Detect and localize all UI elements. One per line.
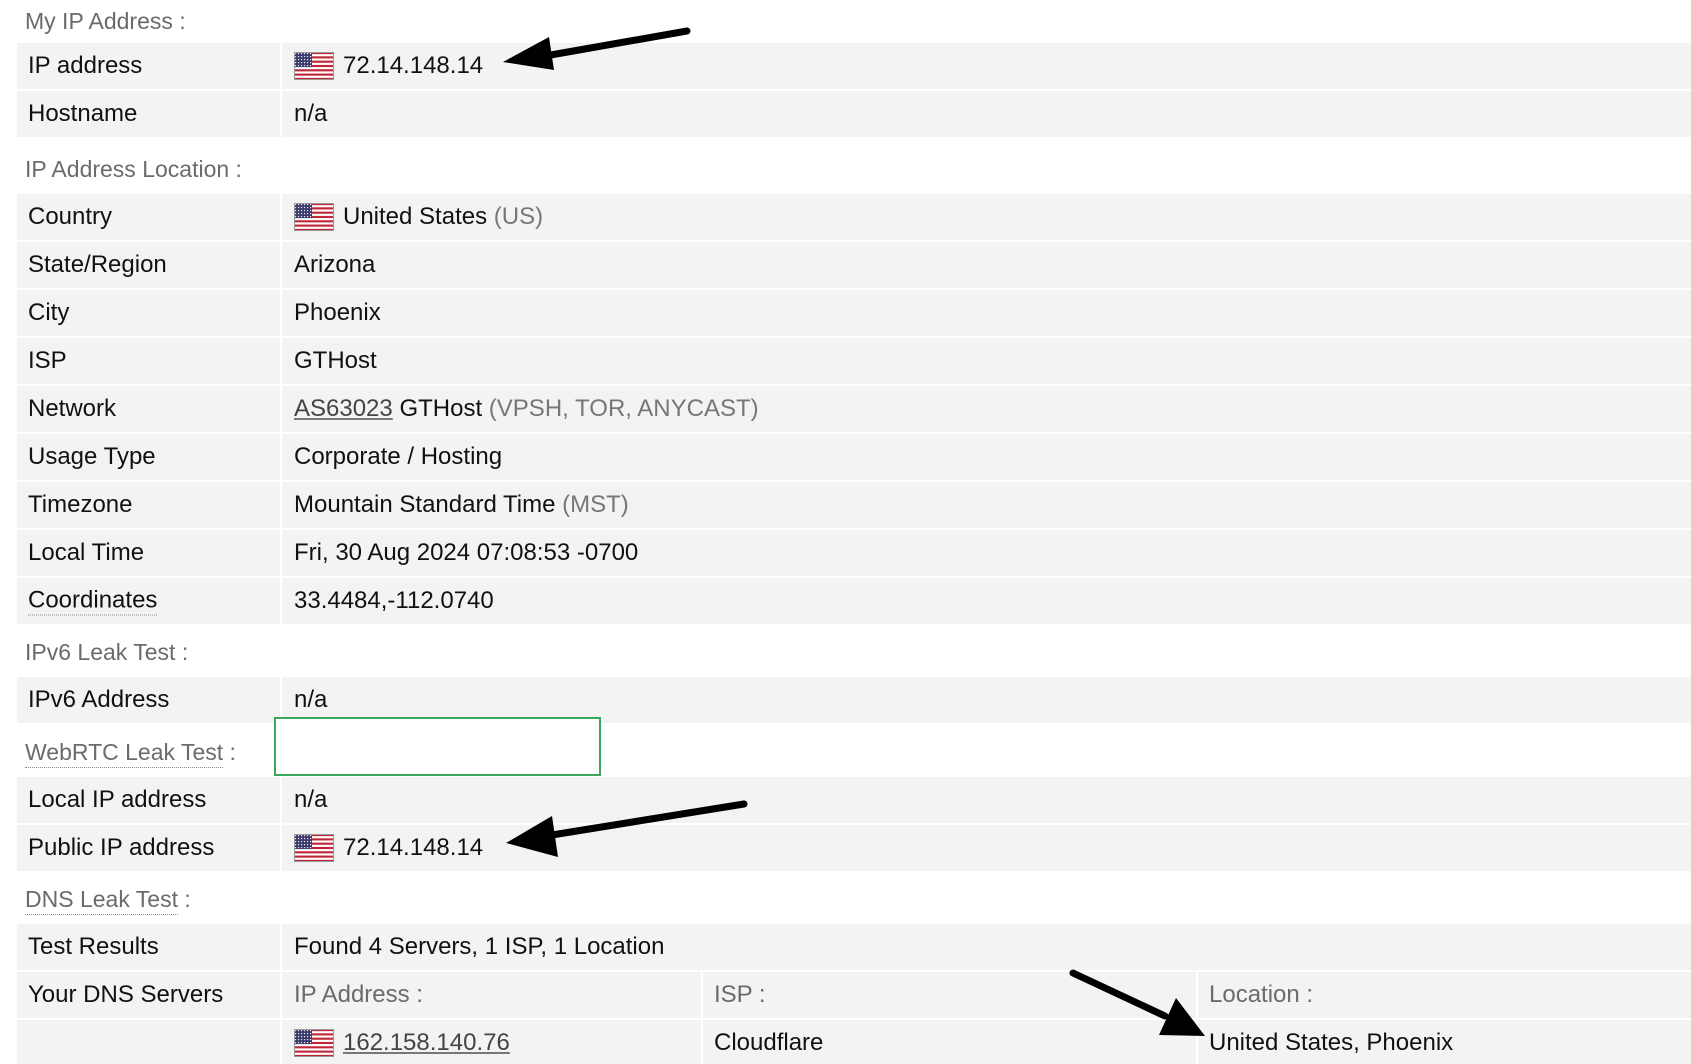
row-dns-servers-header: Your DNS Servers IP Address : ISP : Loca… bbox=[17, 972, 1691, 1018]
dns-col-isp-header: ISP : bbox=[714, 981, 766, 1008]
country-code: (US) bbox=[493, 203, 544, 230]
local-ip-label: Local IP address bbox=[28, 786, 207, 813]
row-ip-address: IP address 72.14.148.14 bbox=[17, 43, 1691, 89]
test-results-value: Found 4 Servers, 1 ISP, 1 Location bbox=[294, 933, 665, 960]
test-results-label: Test Results bbox=[28, 933, 159, 960]
network-as-link[interactable]: AS63023 bbox=[294, 395, 393, 423]
us-flag-icon bbox=[294, 203, 334, 231]
local-time-value: Fri, 30 Aug 2024 07:08:53 -0700 bbox=[294, 539, 639, 566]
row-ipv6-address: IPv6 Address n/a bbox=[17, 677, 1691, 723]
city-value: Phoenix bbox=[294, 299, 381, 326]
row-timezone: Timezone Mountain Standard Time (MST) bbox=[17, 482, 1691, 528]
isp-label: ISP bbox=[28, 347, 67, 374]
timezone-value: Mountain Standard Time (MST) bbox=[294, 491, 629, 518]
ipv6-address-value: n/a bbox=[294, 686, 328, 713]
network-tags: (VPSH, TOR, ANYCAST) bbox=[488, 395, 759, 422]
network-value: AS63023 GTHost (VPSH, TOR, ANYCAST) bbox=[294, 395, 759, 423]
dns-server-location: United States, Phoenix bbox=[1209, 1029, 1454, 1056]
section-title-ipv6: IPv6 Leak Test : bbox=[25, 639, 189, 665]
row-hostname: Hostname n/a bbox=[17, 91, 1691, 137]
dns-col-location-header: Location : bbox=[1209, 981, 1314, 1008]
timezone-abbr: (MST) bbox=[562, 491, 629, 518]
public-ip-label: Public IP address bbox=[28, 834, 215, 861]
city-label: City bbox=[28, 299, 70, 326]
section-title-my-ip: My IP Address : bbox=[25, 8, 186, 34]
ipv6-address-label: IPv6 Address bbox=[28, 686, 170, 713]
dns-server-isp: Cloudflare bbox=[714, 1029, 824, 1056]
coordinates-label[interactable]: Coordinates bbox=[28, 587, 158, 616]
webrtc-title-link[interactable]: WebRTC Leak Test bbox=[25, 739, 224, 768]
country-label: Country bbox=[28, 203, 113, 230]
ip-address-value: 72.14.148.14 bbox=[294, 52, 483, 80]
section-title-webrtc: WebRTC Leak Test : bbox=[25, 739, 236, 768]
local-ip-value: n/a bbox=[294, 786, 328, 813]
row-region: State/Region Arizona bbox=[17, 242, 1691, 288]
isp-value: GTHost bbox=[294, 347, 377, 374]
row-public-ip: Public IP address 72.14.148.14 bbox=[17, 825, 1691, 871]
row-isp: ISP GTHost bbox=[17, 338, 1691, 384]
webrtc-result-box bbox=[274, 717, 601, 776]
usage-type-value: Corporate / Hosting bbox=[294, 443, 503, 470]
ip-address-label: IP address bbox=[28, 52, 143, 79]
network-label: Network bbox=[28, 395, 117, 422]
usage-type-label: Usage Type bbox=[28, 443, 156, 470]
hostname-label: Hostname bbox=[28, 100, 138, 127]
dns-server-ip-link[interactable]: 162.158.140.76 bbox=[343, 1029, 510, 1057]
row-coordinates: Coordinates 33.4484,-112.0740 bbox=[17, 578, 1691, 624]
region-label: State/Region bbox=[28, 251, 167, 278]
dns-title-link[interactable]: DNS Leak Test bbox=[25, 886, 178, 915]
row-country: Country United States (US) bbox=[17, 194, 1691, 240]
local-time-label: Local Time bbox=[28, 539, 145, 566]
dns-servers-label: Your DNS Servers bbox=[28, 981, 224, 1008]
dns-server-ip: 162.158.140.76 bbox=[294, 1029, 510, 1057]
row-local-ip: Local IP address n/a bbox=[17, 777, 1691, 823]
row-network: Network AS63023 GTHost (VPSH, TOR, ANYCA… bbox=[17, 386, 1691, 432]
country-value: United States (US) bbox=[294, 203, 543, 231]
us-flag-icon bbox=[294, 1029, 334, 1057]
ip-info-page: My IP Address : IP address 72.14.148.14 … bbox=[0, 0, 1691, 1064]
timezone-label: Timezone bbox=[28, 491, 133, 518]
us-flag-icon bbox=[294, 834, 334, 862]
region-value: Arizona bbox=[294, 251, 376, 278]
hostname-value: n/a bbox=[294, 100, 328, 127]
us-flag-icon bbox=[294, 52, 334, 80]
row-dns-server: 162.158.140.76 Cloudflare United States,… bbox=[17, 1020, 1691, 1064]
row-local-time: Local Time Fri, 30 Aug 2024 07:08:53 -07… bbox=[17, 530, 1691, 576]
row-city: City Phoenix bbox=[17, 290, 1691, 336]
coordinates-value: 33.4484,-112.0740 bbox=[294, 587, 494, 614]
section-title-dns: DNS Leak Test : bbox=[25, 886, 191, 915]
public-ip-value: 72.14.148.14 bbox=[294, 834, 483, 862]
row-test-results: Test Results Found 4 Servers, 1 ISP, 1 L… bbox=[17, 924, 1691, 970]
dns-col-ip-header: IP Address : bbox=[294, 981, 423, 1008]
section-title-location: IP Address Location : bbox=[25, 156, 242, 182]
row-usage-type: Usage Type Corporate / Hosting bbox=[17, 434, 1691, 480]
